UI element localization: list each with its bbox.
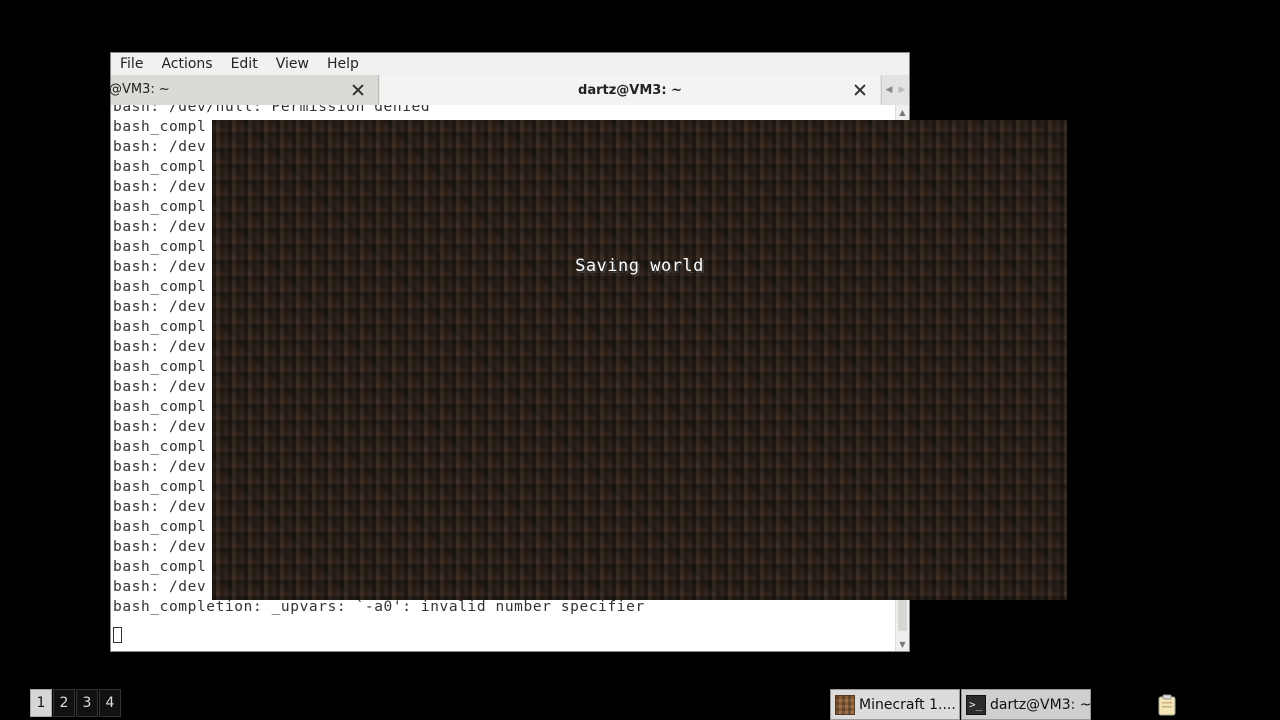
terminal-line: bash_compl <box>113 199 207 215</box>
terminal-line: bash_compl <box>113 399 207 415</box>
taskbar-label: dartz@VM3: ~ <box>990 696 1091 713</box>
clipboard-icon[interactable] <box>1158 694 1176 716</box>
workspace-3[interactable]: 3 <box>76 689 98 717</box>
close-icon[interactable] <box>852 82 868 98</box>
tab-dartz-active[interactable]: dartz@VM3: ~ <box>380 75 880 105</box>
workspace-1[interactable]: 1 <box>30 689 52 717</box>
tab-label: dartz@VM3: ~ <box>578 82 682 98</box>
terminal-line: bash_compl <box>113 279 207 295</box>
text-cursor <box>113 627 122 643</box>
terminal-line: bash: /dev <box>113 499 207 515</box>
tab-scroll-left-icon[interactable]: ◀ <box>881 75 896 105</box>
terminal-line: bash_compl <box>113 519 207 535</box>
taskbar-terminal[interactable]: >_ dartz@VM3: ~ <box>961 689 1091 720</box>
terminal-line: bash_compl <box>113 359 207 375</box>
terminal-line: bash: /dev <box>113 459 207 475</box>
terminal-line: bash: /dev <box>113 579 207 595</box>
terminal-line: bash_compl <box>113 159 207 175</box>
saving-status-text: Saving world <box>575 256 704 276</box>
menu-help[interactable]: Help <box>318 53 368 75</box>
taskbar-label: Minecraft 1.... <box>859 696 956 713</box>
terminal-line: bash_compl <box>113 319 207 335</box>
terminal-line: bash_compl <box>113 559 207 575</box>
terminal-line: bash: /dev <box>113 339 207 355</box>
minecraft-icon <box>835 694 855 715</box>
menu-file[interactable]: File <box>111 53 152 75</box>
scroll-down-icon[interactable]: ▼ <box>896 637 909 651</box>
workspace-switcher: 1 2 3 4 <box>30 689 122 717</box>
tab-scroll-right-icon[interactable]: ▶ <box>895 75 909 105</box>
close-icon[interactable] <box>350 82 366 98</box>
terminal-icon: >_ <box>966 694 986 715</box>
terminal-line: bash: /dev/null: Permission denied <box>113 105 431 115</box>
minecraft-window[interactable]: Saving world <box>212 120 1067 600</box>
terminal-line: bash: /dev <box>113 539 207 555</box>
terminal-line: bash_compl <box>113 439 207 455</box>
terminal-line: bash: /dev <box>113 179 207 195</box>
terminal-line: bash: /dev <box>113 219 207 235</box>
terminal-line: bash: /dev <box>113 299 207 315</box>
workspace-4[interactable]: 4 <box>99 689 121 717</box>
scroll-thumb[interactable] <box>898 595 907 631</box>
menu-edit[interactable]: Edit <box>222 53 267 75</box>
taskbar-minecraft[interactable]: Minecraft 1.... <box>830 689 960 720</box>
terminal-line: bash_compl <box>113 239 207 255</box>
menu-actions[interactable]: Actions <box>152 53 221 75</box>
terminal-line: bash: /dev <box>113 419 207 435</box>
menu-bar: File Actions Edit View Help <box>111 53 909 75</box>
terminal-line: bash: /dev <box>113 379 207 395</box>
terminal-line: bash: /dev <box>113 139 207 155</box>
tab-label: @VM3: ~ <box>109 82 170 97</box>
scroll-up-icon[interactable]: ▲ <box>896 105 909 119</box>
tab-bar: @VM3: ~ dartz@VM3: ~ ◀ ▶ <box>109 75 909 105</box>
tab-vm3-inactive[interactable]: @VM3: ~ <box>109 75 379 105</box>
terminal-line: bash_compl <box>113 479 207 495</box>
terminal-line: bash_compl <box>113 119 207 135</box>
menu-view[interactable]: View <box>267 53 318 75</box>
terminal-line: bash_completion: _upvars: `-a0': invalid… <box>113 599 645 615</box>
terminal-line: bash: /dev <box>113 259 207 275</box>
workspace-2[interactable]: 2 <box>53 689 75 717</box>
